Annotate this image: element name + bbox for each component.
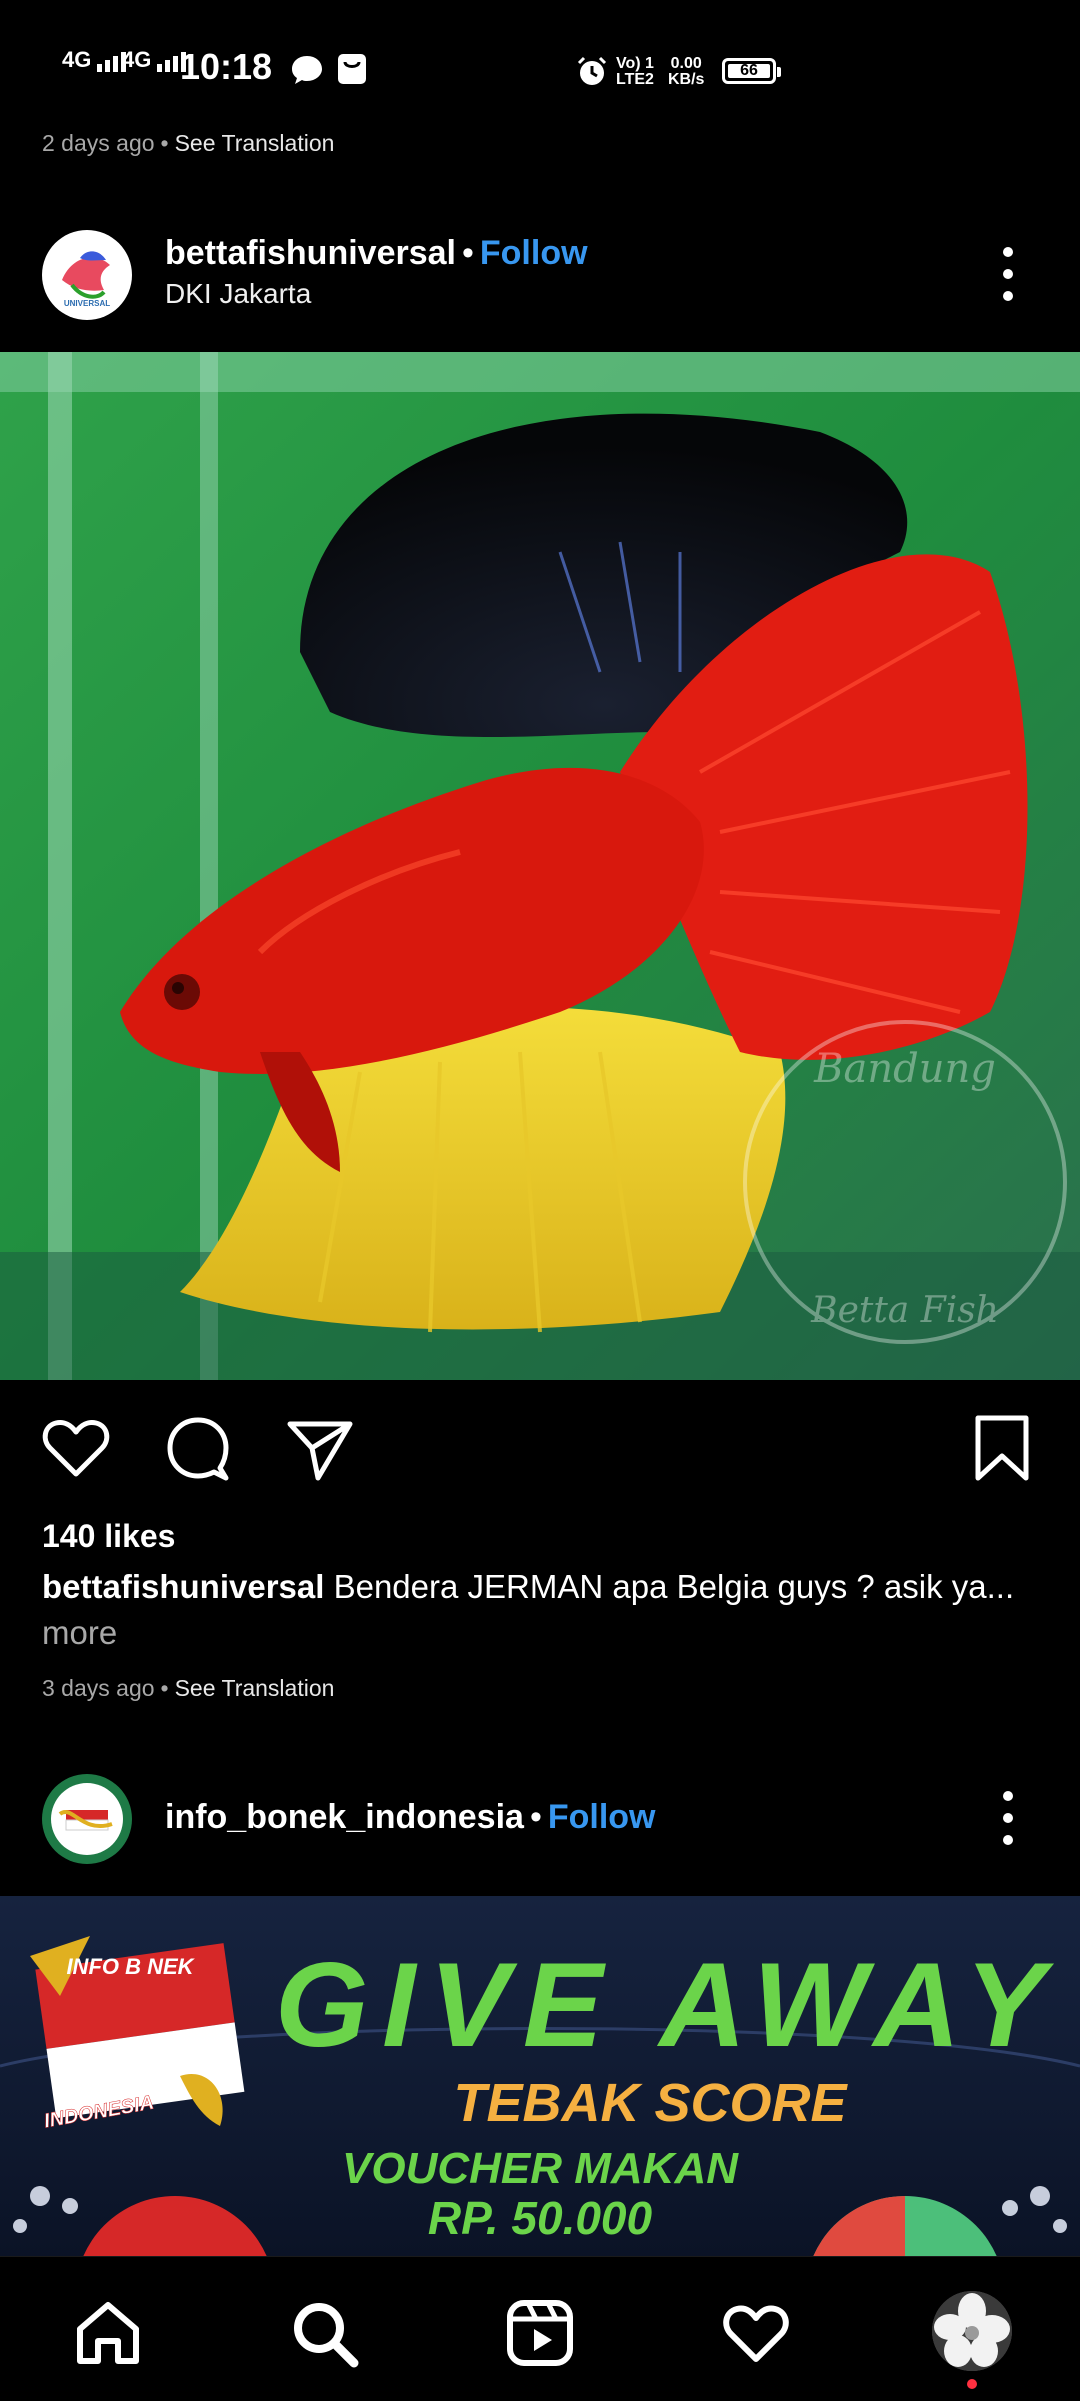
bonek-logo-icon [43,1775,131,1863]
save-bookmark-icon[interactable] [964,1410,1040,1486]
post-image[interactable]: INFO B NEK INDONESIA GIVE AWAY TEBAK SCO… [0,1896,1080,2256]
comment-icon[interactable] [160,1410,236,1486]
post-author-avatar[interactable] [42,1774,132,1864]
post-header-line: info_bonek_indonesia • Follow [165,1798,656,1836]
follow-button[interactable]: Follow [548,1798,656,1836]
banner-title: GIVE AWAY [275,1938,1055,2072]
alarm-icon [577,56,607,85]
notification-dot [967,2379,977,2389]
network-indicator-2: 4G [122,49,187,73]
home-icon[interactable] [72,2297,144,2369]
banner-subtitle: TEBAK SCORE [453,2073,848,2133]
battery-icon: 66 [722,58,781,84]
volte-indicator: Vo) 1 LTE2 [616,55,654,88]
post-username[interactable]: info_bonek_indonesia [165,1798,524,1836]
reels-icon[interactable] [504,2297,576,2369]
see-translation-link[interactable]: See Translation [175,1675,335,1701]
chat-notification-icon [292,56,322,84]
post-image[interactable]: Bandung Betta Fish [0,352,1080,1380]
profile-avatar[interactable] [932,2291,1012,2371]
more-options-icon[interactable] [988,1788,1028,1848]
clock: 10:18 [180,46,273,87]
post-username[interactable]: bettafishuniversal [165,234,456,272]
info-bonek-logo: INFO B NEK INDONESIA [30,1936,245,2133]
see-translation-link[interactable]: See Translation [175,130,335,156]
caption-username[interactable]: bettafishuniversal [42,1568,324,1605]
previous-post-meta: 2 days ago • See Translation [42,130,335,156]
bottom-navigation [0,2256,1080,2401]
post-timestamp: 2 days ago [42,130,155,156]
caption-more-link[interactable]: more [42,1614,117,1651]
search-icon[interactable] [288,2297,360,2369]
post-caption: bettafishuniversal Bendera JERMAN apa Be… [42,1564,1042,1656]
banner-amount: RP. 50.000 [428,2192,653,2244]
post-timestamp: 3 days ago [42,1675,155,1701]
more-options-icon[interactable] [988,244,1028,304]
flower-avatar-icon [932,2291,1012,2371]
likes-count[interactable]: 140 likes [42,1518,175,1555]
follow-button[interactable]: Follow [480,234,588,272]
shopping-notification-icon [338,54,366,84]
post-meta: 3 days ago • See Translation [42,1675,335,1701]
network-indicator-1: 4G [62,49,127,73]
svg-text:Betta Fish: Betta Fish [810,1290,999,1331]
svg-text:INFO B NEK: INFO B NEK [66,1954,195,1979]
activity-heart-icon[interactable] [720,2297,792,2369]
caption-text: Bendera JERMAN apa Belgia guys ? asik ya… [333,1568,1015,1605]
banner-voucher: VOUCHER MAKAN [342,2144,739,2193]
share-icon[interactable] [282,1410,358,1486]
network-speed: 0.00 KB/s [668,55,705,88]
bettafish-logo-icon: UNIVERSAL [43,231,131,319]
svg-text:Bandung: Bandung [813,1046,996,1092]
svg-text:UNIVERSAL: UNIVERSAL [64,299,110,308]
status-bar: 4G 4G 10:18 Vo) 1 LTE2 0.00 KB/s 66 [0,0,1080,130]
post-author-avatar[interactable]: UNIVERSAL [42,230,132,320]
post-header-line: bettafishuniversal • Follow [165,234,588,272]
like-heart-icon[interactable] [38,1410,114,1486]
post-location[interactable]: DKI Jakarta [165,278,311,310]
